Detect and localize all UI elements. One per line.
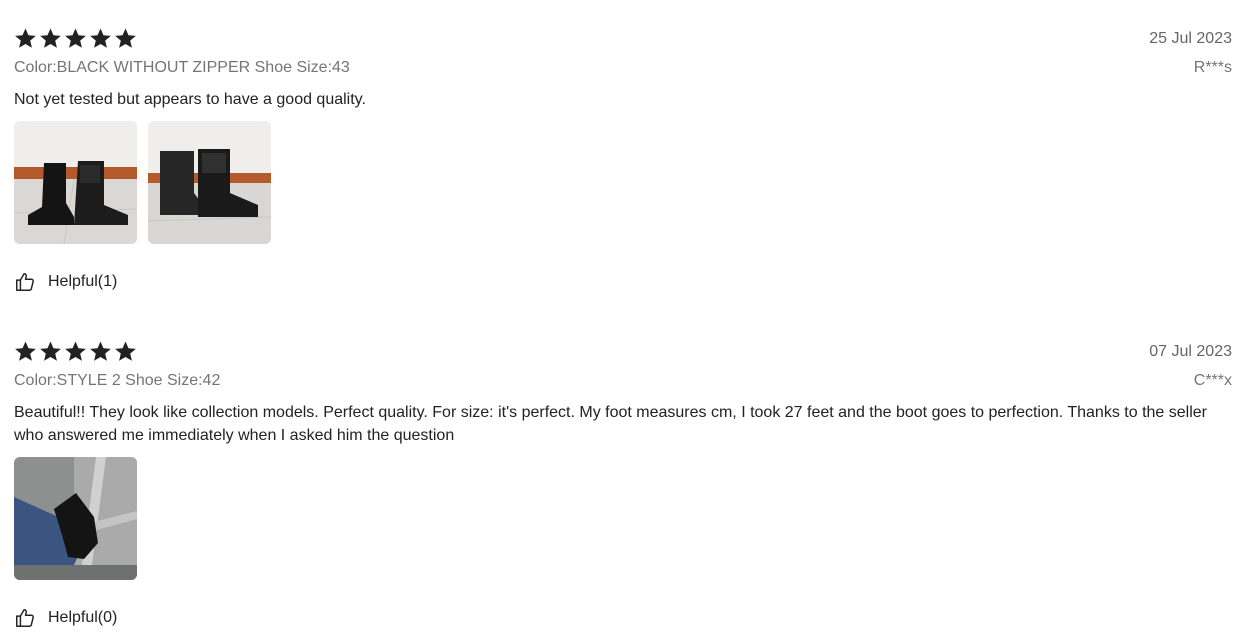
helpful-label: Helpful(0) — [48, 609, 118, 626]
review-images — [14, 121, 1232, 244]
review-images — [14, 457, 1232, 580]
star-icon — [89, 340, 112, 363]
star-icon — [114, 340, 137, 363]
helpful-label: Helpful(1) — [48, 273, 118, 290]
review-header: 25 Jul 2023 — [14, 24, 1232, 56]
helpful-button[interactable]: Helpful(0) — [14, 606, 1232, 630]
star-icon — [64, 27, 87, 50]
review-author: C***x — [1193, 372, 1232, 389]
thumbs-up-icon — [14, 607, 36, 629]
star-icon — [64, 340, 87, 363]
thumbs-up-icon — [14, 271, 36, 293]
star-icon — [114, 27, 137, 50]
review-text: Not yet tested but appears to have a goo… — [14, 91, 366, 108]
review-sku-info: Color:STYLE 2 Shoe Size:42 — [14, 372, 221, 389]
review-image-thumbnail[interactable] — [148, 121, 271, 244]
review-date: 25 Jul 2023 — [1149, 30, 1232, 47]
star-rating — [14, 24, 1232, 52]
review-text: Beautiful!! They look like collection mo… — [14, 404, 1207, 444]
review-author: R***s — [1193, 59, 1232, 76]
review-meta: Color:STYLE 2 Shoe Size:42 C***x — [14, 369, 1232, 393]
review-item: 07 Jul 2023 Color:STYLE 2 Shoe Size:42 C… — [14, 337, 1232, 630]
review-sku-info: Color:BLACK WITHOUT ZIPPER Shoe Size:43 — [14, 59, 350, 76]
review-date: 07 Jul 2023 — [1149, 343, 1232, 360]
review-meta: Color:BLACK WITHOUT ZIPPER Shoe Size:43 … — [14, 56, 1232, 80]
helpful-button[interactable]: Helpful(1) — [14, 270, 1232, 294]
star-icon — [39, 27, 62, 50]
review-image-thumbnail[interactable] — [14, 121, 137, 244]
star-icon — [14, 340, 37, 363]
review-image-thumbnail[interactable] — [14, 457, 137, 580]
review-item: 25 Jul 2023 Color:BLACK WITHOUT ZIPPER S… — [14, 24, 1232, 294]
star-icon — [14, 27, 37, 50]
star-icon — [39, 340, 62, 363]
review-header: 07 Jul 2023 — [14, 337, 1232, 369]
star-icon — [89, 27, 112, 50]
star-rating — [14, 337, 1232, 365]
